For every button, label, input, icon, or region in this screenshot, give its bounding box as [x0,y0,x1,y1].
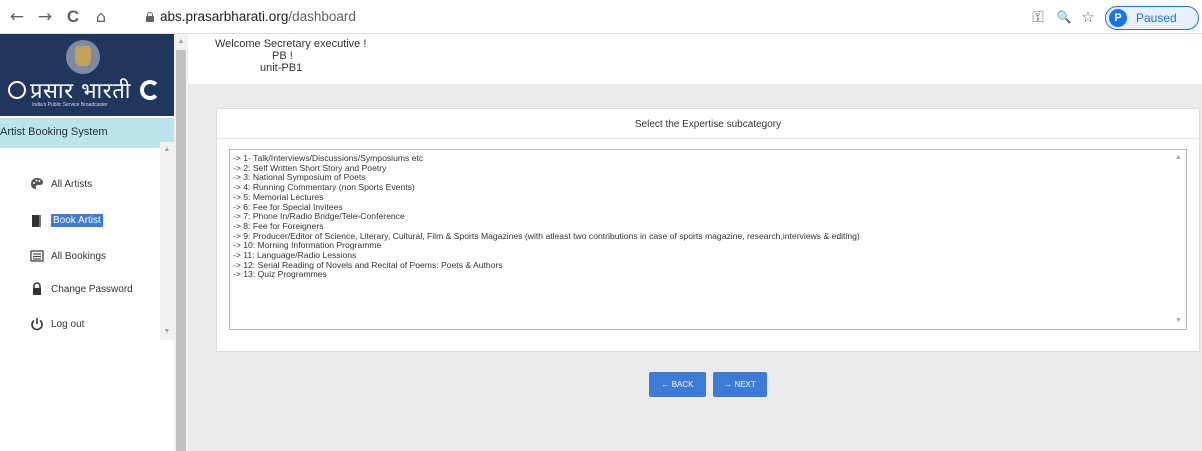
system-title: Artist Booking System [0,126,108,138]
sidebar-scrollbar[interactable]: ▲ ▼ [160,142,174,340]
home-icon[interactable]: ⌂ [90,6,112,28]
power-icon [31,318,43,331]
scroll-down-icon[interactable]: ▼ [1171,315,1186,327]
url-domain: abs.prasarbharati.org [160,9,289,24]
password-key-icon[interactable]: ⚿ [1028,6,1048,28]
url-path: /dashboard [288,9,356,24]
scroll-down-icon[interactable]: ▼ [160,326,174,338]
scroll-up-icon[interactable]: ▲ [1171,152,1186,164]
profile-status: Paused [1136,11,1177,25]
brand-mark-icon [8,81,26,99]
page-scrollbar[interactable]: ▲ [174,34,188,451]
palette-icon [31,178,43,189]
brand-swirl-icon [140,80,160,100]
list-item[interactable]: -> 5: Memorial Lectures [233,192,1163,203]
sidebar-item-book-artist[interactable]: Book Artist [0,211,160,233]
url-text[interactable]: abs.prasarbharati.org/dashboard [160,9,356,24]
sidebar: प्रसार भारती India's Public Service Broa… [0,34,174,451]
list-item[interactable]: -> 4: Running Commentary (non Sports Eve… [233,182,1163,193]
panel-title: Select the Expertise subcategory [634,119,782,130]
list-item[interactable]: -> 13: Quiz Programmes [233,270,1163,280]
brand-logo: प्रसार भारती India's Public Service Broa… [0,34,174,116]
back-button[interactable]: ← BACK [649,372,706,397]
expertise-panel: Select the Expertise subcategory -> 1- T… [216,108,1200,352]
lock-icon[interactable] [146,12,154,22]
book-icon [32,215,41,227]
list-item[interactable]: -> 2: Self Written Short Story and Poetr… [233,163,1163,174]
list-icon [30,250,44,262]
bookmark-star-icon[interactable]: ☆ [1078,6,1098,28]
sidebar-item-label: All Bookings [51,251,107,262]
expertise-subcategory-listbox[interactable]: -> 1- Talk/Interviews/Discussions/Sympos… [229,149,1187,330]
options-list: -> 1- Talk/Interviews/Discussions/Sympos… [233,153,1163,280]
next-button[interactable]: → NEXT [713,372,767,397]
system-title-bar: Artist Booking System [0,118,174,148]
welcome-header: Welcome Secretary executive ! PB ! unit-… [188,34,1202,84]
profile-avatar: P [1109,9,1127,27]
welcome-unit: unit-PB1 [260,62,303,74]
main-content: Welcome Secretary executive ! PB ! unit-… [188,34,1202,451]
welcome-org: PB ! [272,50,293,62]
sidebar-item-change-password[interactable]: Change Password [0,279,160,301]
sidebar-item-label: All Artists [51,179,93,190]
brand-name: प्रसार भारती [30,79,131,104]
welcome-greeting: Welcome Secretary executive ! [215,38,367,50]
sidebar-item-log-out[interactable]: Log out [0,314,160,336]
emblem-icon [66,40,100,74]
sidebar-item-label: Book Artist [51,214,103,227]
lock-icon [33,282,41,295]
back-arrow-icon[interactable]: ← [6,6,28,28]
scroll-up-icon[interactable]: ▲ [174,36,188,48]
list-item[interactable]: -> 12: Serial Reading of Novels and Reci… [233,260,1163,271]
sidebar-item-label: Log out [51,319,85,330]
list-item[interactable]: -> 10: Morning Information Programme [233,241,1163,251]
profile-button[interactable]: P Paused [1105,6,1199,30]
address-bar[interactable]: abs.prasarbharati.org/dashboard [122,4,1012,30]
listbox-scrollbar[interactable]: ▲ ▼ [1171,150,1186,329]
sidebar-item-label: Change Password [51,284,133,295]
panel-header: Select the Expertise subcategory [217,109,1199,139]
browser-toolbar: ← → C ⌂ abs.prasarbharati.org/dashboard … [0,0,1202,34]
scrollbar-thumb[interactable] [176,50,186,451]
brand-tagline: India's Public Service Broadcaster [32,102,108,108]
reload-icon[interactable]: C [62,6,84,28]
list-item[interactable]: -> 7: Phone In/Radio Bridge/Tele-Confere… [233,212,1163,222]
forward-arrow-icon[interactable]: → [34,6,56,28]
sidebar-item-all-artists[interactable]: All Artists [0,174,160,196]
zoom-icon[interactable]: 🔍 [1054,6,1074,28]
scroll-up-icon[interactable]: ▲ [160,144,174,156]
sidebar-item-all-bookings[interactable]: All Bookings [0,246,160,268]
